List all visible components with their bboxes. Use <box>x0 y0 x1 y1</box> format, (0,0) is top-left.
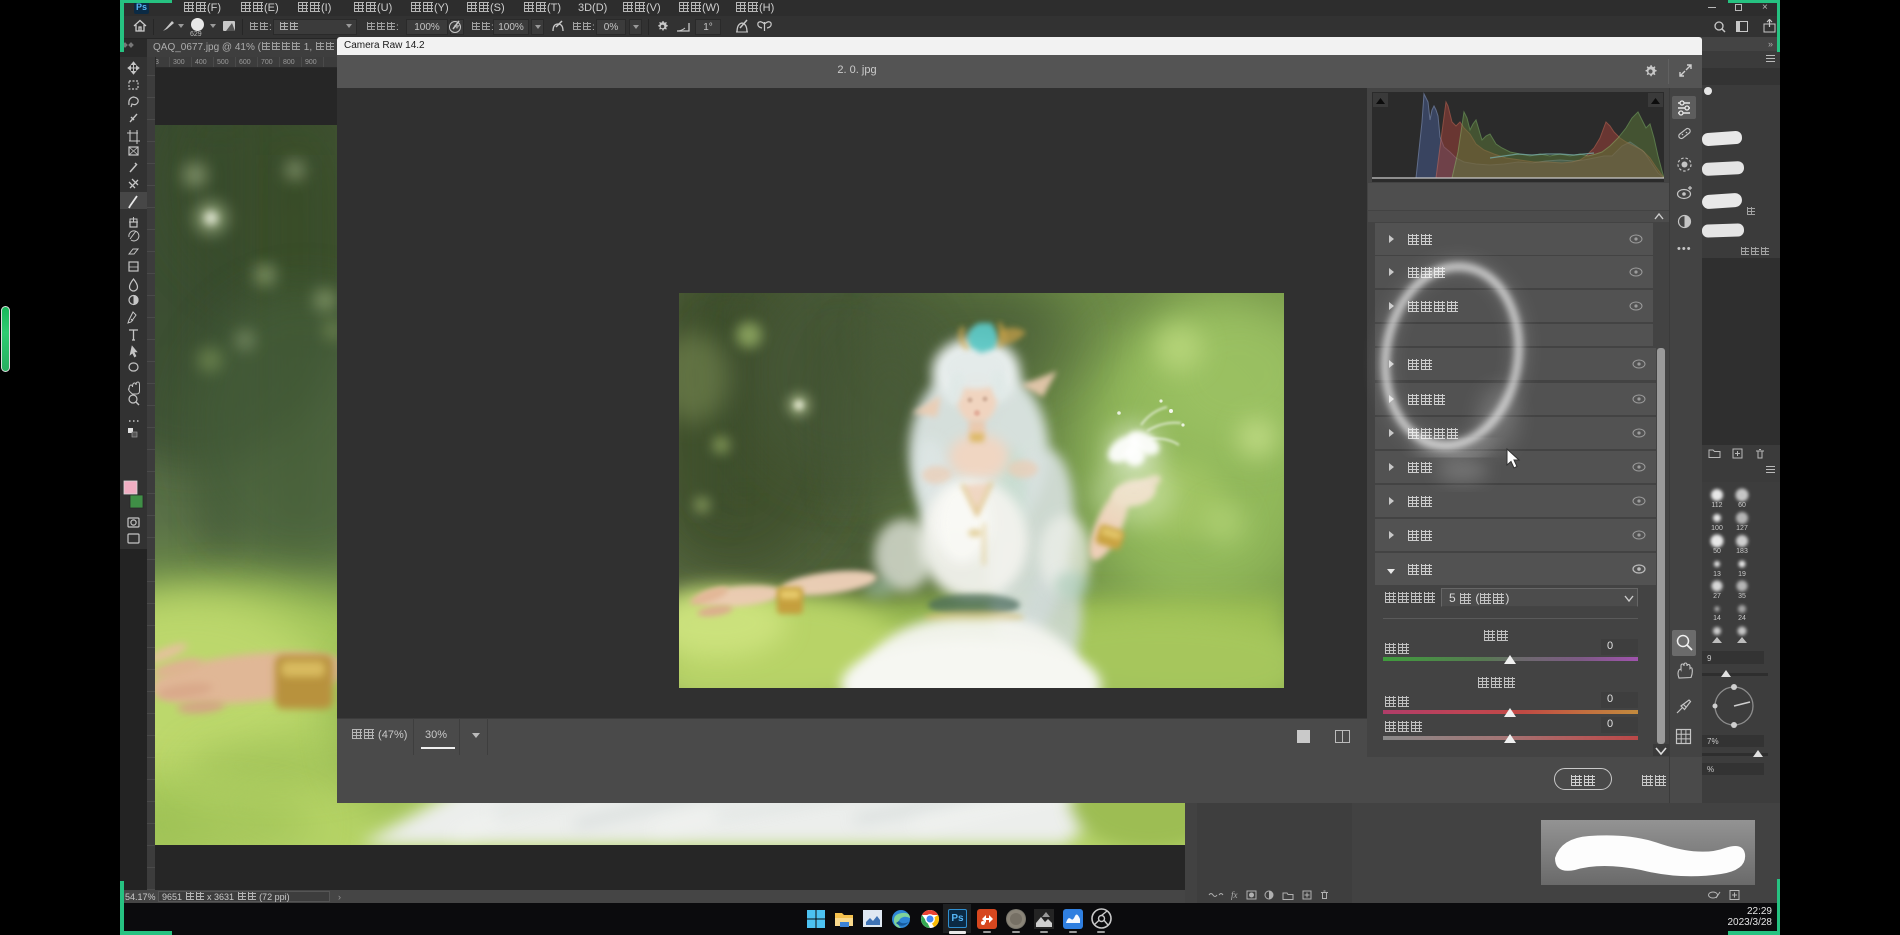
svg-text:100: 100 <box>1711 525 1723 532</box>
svg-text:%: % <box>1707 765 1714 774</box>
svg-text:13: 13 <box>1713 571 1721 578</box>
svg-text:27: 27 <box>1713 593 1721 600</box>
svg-text:60: 60 <box>1738 502 1746 509</box>
svg-text:19: 19 <box>1738 571 1746 578</box>
svg-text:183: 183 <box>1736 548 1748 555</box>
svg-text:7%: 7% <box>1707 737 1719 746</box>
svg-text:fx: fx <box>1231 890 1238 900</box>
svg-text:9: 9 <box>1707 654 1712 663</box>
svg-text:14: 14 <box>1713 615 1721 622</box>
svg-text:24: 24 <box>1738 615 1746 622</box>
svg-text:50: 50 <box>1713 548 1721 555</box>
svg-text:127: 127 <box>1736 525 1748 532</box>
svg-text:112: 112 <box>1711 502 1722 509</box>
svg-text:35: 35 <box>1738 593 1746 600</box>
